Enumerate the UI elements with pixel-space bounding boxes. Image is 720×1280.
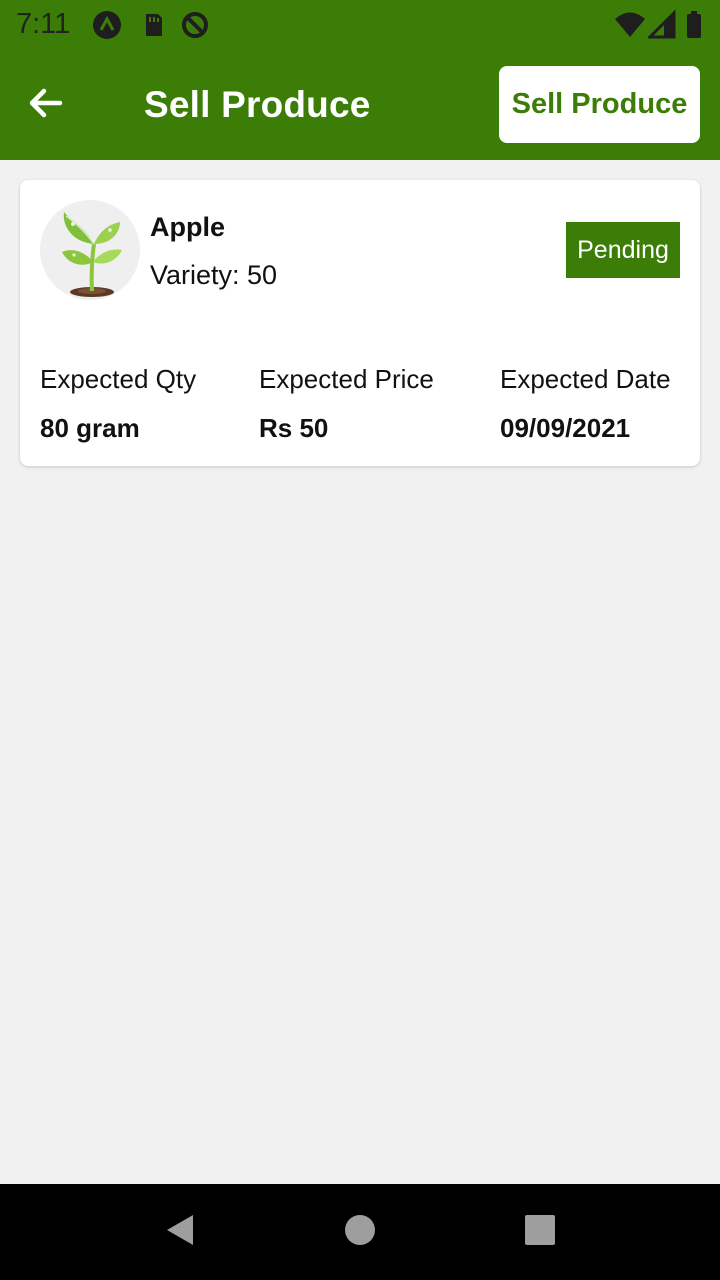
nav-recents-button[interactable] [490, 1184, 590, 1280]
variety-value: 50 [247, 260, 278, 290]
app-bar: Sell Produce Sell Produce [0, 50, 720, 160]
status-badge: Pending [566, 222, 680, 278]
back-triangle-icon [164, 1213, 196, 1252]
expected-qty-label: Expected Qty [40, 364, 197, 394]
expected-price-field: Expected Price Rs 50 [259, 364, 434, 444]
expected-date-value: 09/09/2021 [500, 413, 631, 443]
sync-off-icon [180, 10, 210, 40]
expected-qty-value: 80 gram [40, 413, 140, 443]
arrow-left-icon [27, 85, 63, 126]
status-time: 7:11 [16, 8, 71, 40]
nav-back-button[interactable] [130, 1184, 230, 1280]
expected-price-value: Rs 50 [259, 413, 329, 443]
recents-square-icon [525, 1214, 555, 1250]
expected-date-field: Expected Date 09/09/2021 [500, 364, 671, 444]
home-circle-icon [344, 1214, 376, 1251]
variety-label: Variety: [150, 260, 248, 290]
a-logo-icon [92, 10, 122, 40]
page-title: Sell Produce [144, 84, 371, 125]
cellular-icon [646, 9, 678, 40]
expected-date-label: Expected Date [500, 364, 671, 394]
expected-price-label: Expected Price [259, 364, 434, 394]
produce-card[interactable]: Apple Variety: 50 Pending Expected Qty 8… [20, 180, 700, 466]
product-name: Apple [150, 212, 226, 242]
back-button[interactable] [22, 82, 68, 128]
sell-produce-button[interactable]: Sell Produce [499, 66, 700, 143]
plant-sprout-icon [40, 200, 140, 300]
wifi-icon [614, 10, 645, 40]
sd-card-icon [138, 10, 168, 40]
variety: Variety: 50 [150, 260, 277, 291]
nav-home-button[interactable] [310, 1184, 410, 1280]
battery-icon [684, 10, 714, 40]
status-bar: 7:11 [0, 0, 720, 50]
system-nav-bar [0, 1184, 720, 1280]
expected-qty-field: Expected Qty 80 gram [40, 364, 196, 444]
